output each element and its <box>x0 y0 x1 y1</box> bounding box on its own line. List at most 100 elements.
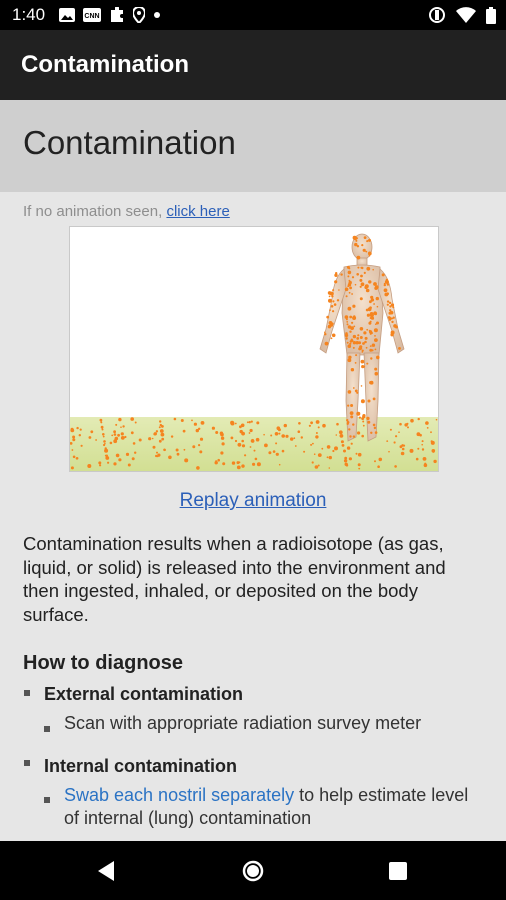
particle <box>332 300 335 303</box>
particle <box>361 434 365 438</box>
particle <box>364 284 369 289</box>
particle <box>276 426 281 430</box>
particle <box>350 404 354 407</box>
particle <box>426 427 429 429</box>
particle <box>120 432 124 436</box>
particle <box>314 465 319 469</box>
particle <box>294 445 297 447</box>
particle <box>156 451 158 454</box>
how-to-diagnose-heading: How to diagnose <box>23 652 183 674</box>
navigation-bar <box>0 841 506 900</box>
particle <box>372 397 376 401</box>
particle <box>328 324 331 328</box>
particle <box>199 437 204 441</box>
particle <box>430 431 432 434</box>
particle <box>421 440 424 443</box>
description-paragraph: Contamination results when a radioisotop… <box>23 533 446 625</box>
particle <box>155 430 159 433</box>
particle <box>163 449 166 451</box>
app-bar: Contamination <box>0 30 506 100</box>
particle <box>322 423 326 428</box>
particle <box>347 325 352 329</box>
particle <box>117 433 120 437</box>
particle <box>399 422 402 426</box>
particle <box>328 455 332 460</box>
particle <box>349 330 352 333</box>
particle <box>125 452 130 456</box>
particle <box>248 432 251 434</box>
particle <box>230 420 235 425</box>
particle <box>365 346 368 349</box>
particle <box>78 434 81 437</box>
particle <box>272 450 276 453</box>
particle <box>241 439 244 443</box>
particle <box>252 462 256 466</box>
particle <box>393 441 396 444</box>
particle <box>361 365 365 369</box>
particle <box>76 426 79 430</box>
particle <box>222 462 226 466</box>
particle <box>173 417 177 421</box>
content-scroll-area[interactable]: Contamination If no animation seen, clic… <box>0 100 506 841</box>
particle <box>347 404 350 407</box>
particle <box>386 440 389 442</box>
particle <box>374 282 377 285</box>
particle <box>416 432 421 437</box>
back-icon[interactable] <box>96 861 116 881</box>
particle <box>211 426 215 430</box>
replay-animation-link[interactable]: Replay animation <box>0 490 506 512</box>
particle <box>349 340 353 343</box>
particle <box>373 328 378 333</box>
particle <box>404 423 408 427</box>
animation-illustration <box>70 233 438 471</box>
particle <box>391 320 394 324</box>
particle <box>352 423 355 426</box>
particle <box>357 266 360 269</box>
particle <box>348 457 352 461</box>
particle <box>118 458 122 462</box>
particle <box>183 448 186 451</box>
particle <box>417 447 420 450</box>
contamination-animation <box>69 226 439 472</box>
particle <box>132 442 136 445</box>
particle <box>113 462 117 466</box>
swab-nostril-link[interactable]: Swab each nostril separately <box>64 785 294 805</box>
particle <box>347 306 352 311</box>
recents-icon[interactable] <box>389 862 407 880</box>
particle <box>347 358 352 363</box>
particle <box>394 325 398 329</box>
click-here-link[interactable]: click here <box>166 203 229 220</box>
particle <box>251 439 255 443</box>
particle <box>131 457 135 461</box>
particle <box>346 419 349 422</box>
particle <box>220 451 224 455</box>
particle <box>200 421 205 425</box>
particle <box>102 435 105 438</box>
particle <box>432 450 435 453</box>
particle <box>385 278 389 281</box>
particle <box>359 278 363 282</box>
particle <box>361 349 364 352</box>
particle <box>356 237 358 240</box>
particle <box>250 420 253 423</box>
particle <box>417 417 420 421</box>
bullet-external-item <box>44 726 50 732</box>
particle <box>317 464 320 467</box>
particle <box>264 443 268 448</box>
particle <box>389 428 392 431</box>
particle <box>104 442 106 445</box>
particle <box>275 452 279 456</box>
particle <box>366 362 369 365</box>
particle <box>357 463 361 467</box>
particle <box>354 362 357 364</box>
home-icon[interactable] <box>242 860 264 882</box>
particle <box>362 414 366 419</box>
particle <box>344 456 348 460</box>
puzzle-icon <box>111 7 124 22</box>
particle <box>278 432 281 435</box>
particle <box>399 445 403 449</box>
particle <box>352 387 355 389</box>
particle <box>360 274 363 278</box>
particle <box>176 452 180 456</box>
particle <box>215 431 219 434</box>
